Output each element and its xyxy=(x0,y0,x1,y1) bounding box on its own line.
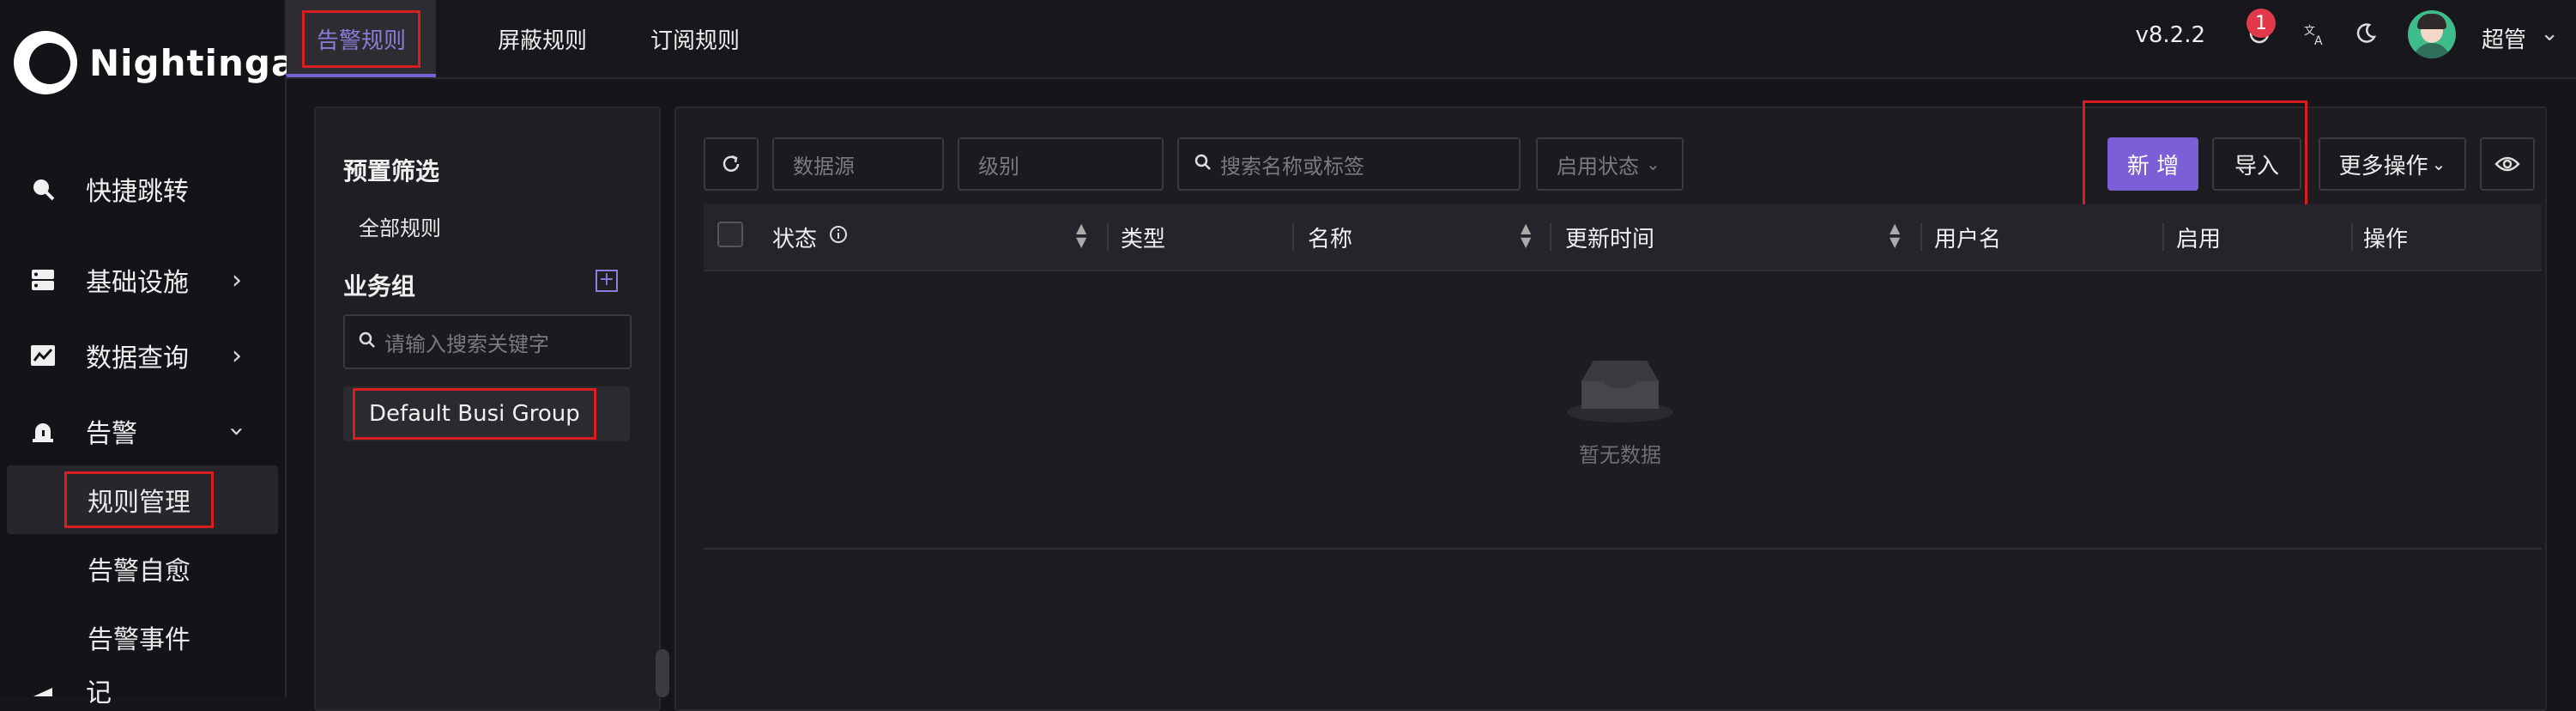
enable-status-select[interactable]: 启用状态 ⌄ xyxy=(1536,137,1684,191)
enable-status-label: 启用状态 xyxy=(1557,154,1639,179)
search-icon xyxy=(29,175,57,203)
tab-alert-rules[interactable]: 告警规则 xyxy=(287,0,436,77)
add-busi-group-icon[interactable]: + xyxy=(596,270,618,292)
column-separator xyxy=(2351,223,2353,251)
sidebar-item-data-query[interactable]: 数据查询 › xyxy=(0,321,285,390)
column-separator xyxy=(2162,223,2164,251)
more-actions-label: 更多操作 xyxy=(2338,153,2428,179)
more-actions-button[interactable]: 更多操作 ⌄ xyxy=(2319,137,2466,191)
tab-subscribe-rules[interactable]: 订阅规则 xyxy=(630,0,760,77)
filter-panel-scrollbar[interactable] xyxy=(656,649,669,697)
alarm-bell-icon xyxy=(29,417,57,445)
refresh-button[interactable] xyxy=(704,137,759,191)
sidebar-item-label: 记 xyxy=(86,678,112,708)
version-label: v8.2.2 xyxy=(2135,22,2205,48)
notification-badge: 1 xyxy=(2246,9,2276,38)
rule-search-input[interactable]: 搜索名称或标签 xyxy=(1177,137,1521,191)
search-icon xyxy=(1194,152,1212,176)
preset-filter-title: 预置筛选 xyxy=(343,157,440,185)
sort-updated-time-icon[interactable]: ▲ ▼ xyxy=(1890,222,1900,249)
column-header-type[interactable]: 类型 xyxy=(1121,204,1165,270)
sidebar-item-alerting[interactable]: 告警 › xyxy=(0,397,285,465)
import-button[interactable]: 导入 xyxy=(2212,137,2301,191)
sidebar-subitem-label: 规则管理 xyxy=(64,471,214,528)
sidebar-subitem-self-healing[interactable]: 告警自愈 xyxy=(0,534,285,603)
svg-text:A: A xyxy=(2314,34,2323,46)
column-separator xyxy=(1920,223,1922,251)
sidebar-item-quick-jump[interactable]: 快捷跳转 xyxy=(0,155,285,223)
column-header-enabled[interactable]: 启用 xyxy=(2176,204,2221,270)
sidebar-item-records[interactable]: 记 xyxy=(0,672,285,708)
chevron-right-icon: › xyxy=(232,264,242,295)
severity-select[interactable]: 级别 xyxy=(958,137,1164,191)
eye-icon xyxy=(2494,156,2520,172)
tab-label: 订阅规则 xyxy=(650,27,741,54)
search-placeholder: 请输入搜索关键字 xyxy=(384,331,549,356)
severity-placeholder: 级别 xyxy=(978,154,1019,179)
top-bar: 告警规则 屏蔽规则 订阅规则 v8.2.2 1 文A 超管 ⌄ xyxy=(287,0,2576,79)
chart-line-icon xyxy=(29,342,57,369)
empty-text: 暂无数据 xyxy=(1579,443,1661,467)
rules-panel: 数据源 级别 搜索名称或标签 启用状态 ⌄ 新 增 导入 更多操作 ⌄ 状态 ▲… xyxy=(674,100,2547,711)
column-visibility-button[interactable] xyxy=(2480,137,2535,191)
refresh-icon xyxy=(723,155,740,172)
moon-icon[interactable] xyxy=(2355,22,2377,51)
chevron-down-icon: ⌄ xyxy=(2431,154,2446,174)
records-icon xyxy=(29,672,57,699)
tab-mute-rules[interactable]: 屏蔽规则 xyxy=(477,0,608,77)
column-header-status[interactable]: 状态 xyxy=(772,204,848,270)
table-bottom-divider xyxy=(704,548,2542,550)
chevron-down-icon: ⌄ xyxy=(1646,154,1660,174)
column-separator xyxy=(1107,223,1109,251)
sidebar-item-label: 快捷跳转 xyxy=(86,177,189,207)
table-header: 状态 ▲ ▼ 类型 名称 ▲ ▼ 更新时间 ▲ ▼ 用户名 启用 操作 xyxy=(704,204,2542,271)
server-icon xyxy=(29,266,57,294)
chevron-right-icon: › xyxy=(232,340,242,371)
select-all-checkbox[interactable] xyxy=(717,222,743,247)
translate-icon[interactable]: 文A xyxy=(2303,22,2327,52)
info-icon[interactable] xyxy=(829,224,848,250)
sidebar-subitem-alert-events[interactable]: 告警事件 xyxy=(0,603,285,672)
sidebar-subitem-label: 告警自愈 xyxy=(88,556,190,586)
sidebar: Nightingale 快捷跳转 基础设施 › 数据查询 › 告警 › 规则管理… xyxy=(0,0,334,708)
sort-name-icon[interactable]: ▲ ▼ xyxy=(1521,222,1531,249)
column-header-name[interactable]: 名称 xyxy=(1308,204,1352,270)
search-icon xyxy=(359,330,376,354)
busi-group-item[interactable]: Default Busi Group xyxy=(343,386,630,441)
sidebar-item-label: 告警 xyxy=(86,419,137,449)
tab-label: 屏蔽规则 xyxy=(498,27,588,54)
sidebar-item-infrastructure[interactable]: 基础设施 › xyxy=(0,246,285,314)
busi-group-title: 业务组 xyxy=(343,272,416,301)
user-name[interactable]: 超管 xyxy=(2482,22,2526,54)
sidebar-subitem-rule-management[interactable]: 规则管理 xyxy=(7,465,278,534)
empty-inbox-icon xyxy=(1567,361,1673,422)
tab-label: 告警规则 xyxy=(301,9,421,68)
column-separator xyxy=(1550,223,1551,251)
column-header-username[interactable]: 用户名 xyxy=(1934,204,2001,270)
datasource-select[interactable]: 数据源 xyxy=(772,137,944,191)
busi-group-search-input[interactable]: 请输入搜索关键字 xyxy=(343,314,632,369)
column-header-updated-time[interactable]: 更新时间 xyxy=(1565,204,1654,270)
nightingale-logo-icon xyxy=(14,31,77,94)
sidebar-item-label: 数据查询 xyxy=(86,343,189,374)
empty-state: 暂无数据 xyxy=(1551,352,1689,468)
add-rule-button[interactable]: 新 增 xyxy=(2107,137,2198,191)
sidebar-subitem-label: 告警事件 xyxy=(88,625,190,655)
sort-status-icon[interactable]: ▲ ▼ xyxy=(1076,222,1086,249)
column-header-actions: 操作 xyxy=(2363,226,2409,252)
search-placeholder: 搜索名称或标签 xyxy=(1220,154,1364,179)
avatar[interactable] xyxy=(2408,10,2456,58)
chevron-down-icon[interactable]: ⌄ xyxy=(2540,21,2559,46)
busi-group-label: Default Busi Group xyxy=(353,388,596,440)
datasource-placeholder: 数据源 xyxy=(793,154,855,179)
sidebar-item-label: 基础设施 xyxy=(86,268,189,298)
chevron-down-icon: › xyxy=(221,426,252,436)
all-rules-link[interactable]: 全部规则 xyxy=(359,211,441,241)
filter-panel: 预置筛选 全部规则 业务组 + 请输入搜索关键字 Default Busi Gr… xyxy=(314,106,661,711)
column-separator xyxy=(1292,223,1294,251)
